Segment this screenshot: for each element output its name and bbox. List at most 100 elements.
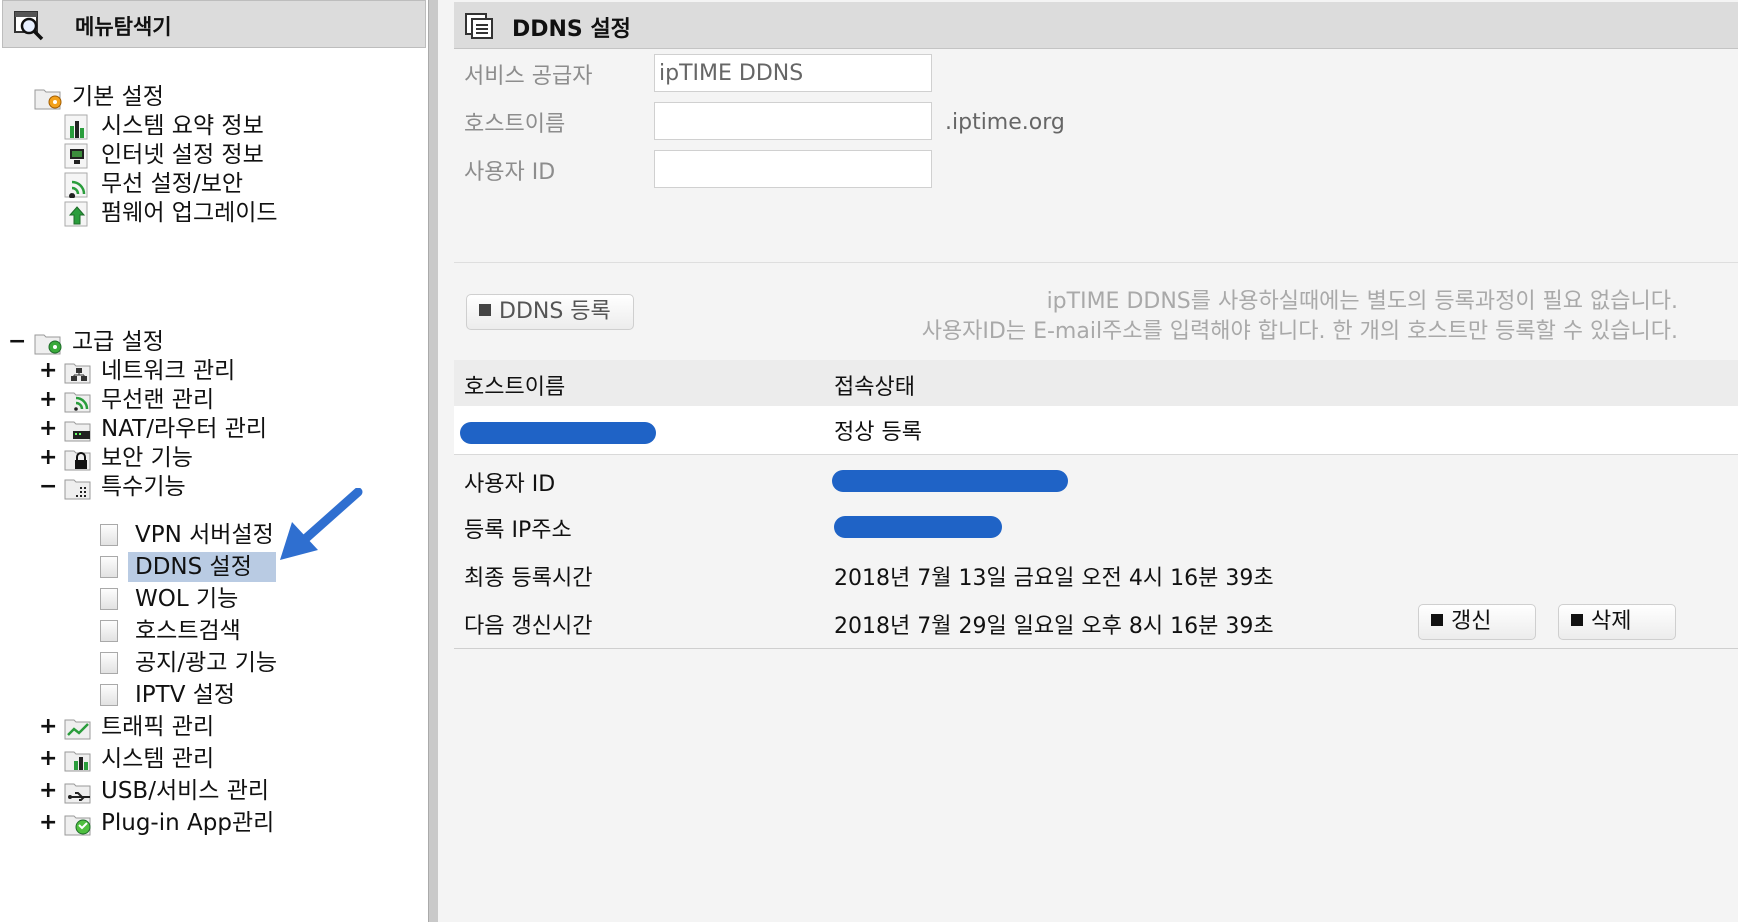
expand-toggle[interactable]: + [39, 443, 57, 473]
ddns-register-button[interactable]: DDNS 등록 [466, 294, 634, 330]
refresh-square-icon [1431, 614, 1443, 626]
detail-next-update-label: 다음 갱신시간 [464, 614, 593, 639]
ddns-title: DDNS 설정 [512, 17, 631, 42]
menu-explorer-panel: 메뉴탐색기 기본 설정 시스템 요약 정보 인터넷 설정 정보 무선 설정/보안… [0, 0, 430, 922]
plus-square-icon [479, 304, 491, 316]
notice-line-1: ipTIME DDNS를 사용하실때에는 별도의 등록과정이 필요 없습니다. [1046, 289, 1678, 314]
usb-icon [64, 783, 91, 804]
wifi-icon [64, 172, 88, 198]
ddns-settings-panel: DDNS 설정 서비스 공급자 호스트이름 .iptime.org 사용자 ID… [454, 0, 1738, 922]
tree-item-wol[interactable]: WOL 기능 [0, 584, 420, 614]
col-hostname: 호스트이름 [464, 375, 566, 400]
expand-toggle[interactable]: + [39, 356, 57, 386]
expand-toggle[interactable]: + [39, 776, 57, 806]
tree-basic-settings[interactable]: 기본 설정 [0, 82, 420, 112]
collapse-toggle[interactable]: − [39, 472, 57, 502]
delete-button[interactable]: 삭제 [1558, 604, 1676, 640]
page-icon [100, 652, 118, 674]
magnifier-window-icon [14, 11, 44, 41]
renew-label: 갱신 [1451, 609, 1492, 634]
tree-item-label: 네트워크 관리 [101, 358, 236, 384]
page-icon [100, 556, 118, 578]
tree-item-label: 특수기능 [101, 474, 186, 500]
splitter-gap [438, 0, 454, 922]
tree-item-traffic[interactable]: + 트래픽 관리 [0, 712, 420, 742]
tree-advanced-settings[interactable]: − 고급 설정 [0, 327, 420, 357]
tree-item-label: 보안 기능 [101, 445, 193, 471]
page-icon [100, 620, 118, 642]
tree-item-usb-service[interactable]: + USB/서비스 관리 [0, 776, 420, 806]
tree-basic-settings-label: 기본 설정 [72, 84, 164, 110]
tree-item-system-summary[interactable]: 시스템 요약 정보 [0, 111, 420, 141]
network-nodes-icon [64, 363, 91, 384]
lock-icon [64, 450, 91, 471]
tree-item-system-mgmt[interactable]: + 시스템 관리 [0, 744, 420, 774]
tree-item-label: 인터넷 설정 정보 [101, 142, 264, 168]
tree-item-label: DDNS 설정 [135, 554, 252, 580]
tree-item-wireless-lan[interactable]: + 무선랜 관리 [0, 385, 420, 415]
document-window-icon [465, 13, 493, 39]
tree-item-wireless-security[interactable]: 무선 설정/보안 [0, 169, 420, 199]
renew-button[interactable]: 갱신 [1418, 604, 1536, 640]
tree-item-label: VPN 서버설정 [135, 522, 274, 548]
table-row[interactable]: 정상 등록 [454, 406, 1738, 455]
menu-explorer-header: 메뉴탐색기 [2, 0, 426, 48]
expand-toggle[interactable]: + [39, 744, 57, 774]
tree-advanced-settings-label: 고급 설정 [72, 329, 164, 355]
row-status: 정상 등록 [834, 420, 922, 445]
hostname-input[interactable] [654, 102, 932, 140]
tree-item-label: 호스트검색 [135, 618, 241, 644]
tree-item-label: USB/서비스 관리 [101, 778, 270, 804]
divider [454, 648, 1738, 649]
expand-toggle[interactable]: + [39, 385, 57, 415]
hostname-suffix: .iptime.org [945, 110, 1065, 135]
tree-item-iptv[interactable]: IPTV 설정 [0, 680, 420, 710]
wifi-folder-icon [64, 392, 91, 413]
userid-label: 사용자 ID [464, 160, 556, 185]
host-table-header: 호스트이름 접속상태 [454, 360, 1738, 406]
folder-gear-icon [34, 89, 62, 110]
tree-item-internet-info[interactable]: 인터넷 설정 정보 [0, 140, 420, 170]
redacted-userid [832, 470, 1068, 492]
delete-label: 삭제 [1591, 609, 1632, 634]
tree-item-host-search[interactable]: 호스트검색 [0, 616, 420, 646]
page-icon [100, 588, 118, 610]
bar-chart-icon [64, 114, 88, 140]
detail-next-update-value: 2018년 7월 29일 일요일 오후 8시 16분 39초 [834, 614, 1274, 639]
tree-item-label: WOL 기능 [135, 586, 239, 612]
redacted-hostname [460, 422, 656, 444]
detail-ip-label: 등록 IP주소 [464, 518, 572, 543]
bar-chart-folder-icon [64, 751, 91, 772]
tree-item-plugin-app[interactable]: + Plug-in App관리 [0, 808, 420, 838]
expand-toggle[interactable]: + [39, 808, 57, 838]
provider-label: 서비스 공급자 [464, 64, 593, 89]
page-icon [100, 684, 118, 706]
folder-gear-green-icon [34, 334, 62, 355]
tree-item-firmware-upgrade[interactable]: 펌웨어 업그레이드 [0, 198, 420, 228]
tree-item-label: Plug-in App관리 [101, 810, 275, 836]
tree-item-label: 펌웨어 업그레이드 [101, 200, 278, 226]
monitor-icon [64, 143, 88, 169]
col-status: 접속상태 [834, 375, 915, 400]
expand-toggle[interactable]: + [39, 712, 57, 742]
pointer-arrow-annotation [280, 488, 363, 560]
collapse-toggle[interactable]: − [8, 327, 26, 357]
tree-item-nat-router[interactable]: + NAT/라우터 관리 [0, 414, 420, 444]
provider-field[interactable] [654, 54, 932, 92]
userid-input[interactable] [654, 150, 932, 188]
tree-item-notice-ad[interactable]: 공지/광고 기능 [0, 648, 420, 678]
tree-item-label: 공지/광고 기능 [135, 650, 278, 676]
traffic-graph-icon [64, 719, 91, 740]
expand-toggle[interactable]: + [39, 414, 57, 444]
tree-item-network[interactable]: + 네트워크 관리 [0, 356, 420, 386]
tree-item-security[interactable]: + 보안 기능 [0, 443, 420, 473]
tree-item-label: 무선랜 관리 [101, 387, 215, 413]
tree-item-label: NAT/라우터 관리 [101, 416, 268, 442]
detail-last-reg-label: 최종 등록시간 [464, 566, 593, 591]
page-icon [100, 524, 118, 546]
tree-item-label: IPTV 설정 [135, 682, 236, 708]
redacted-ip [834, 516, 1002, 538]
tree-item-label: 시스템 관리 [101, 746, 215, 772]
tree-item-label: 트래픽 관리 [101, 714, 215, 740]
minus-square-icon [1571, 614, 1583, 626]
